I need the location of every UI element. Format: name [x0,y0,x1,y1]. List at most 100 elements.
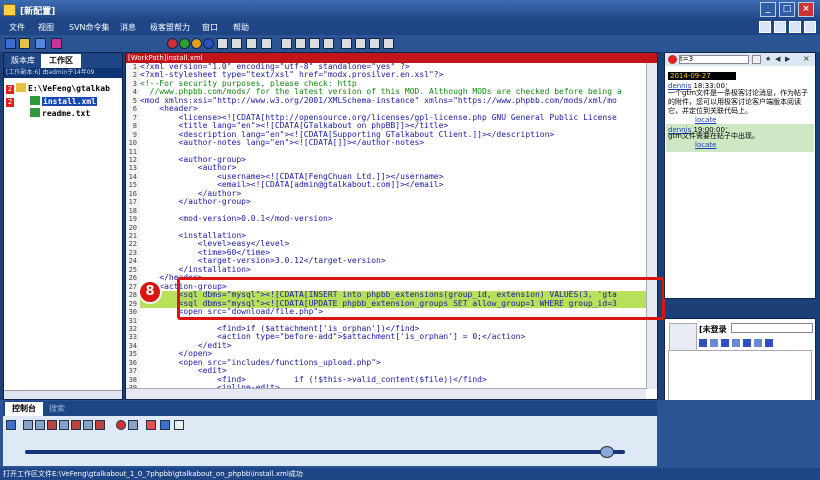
console-tool-2-icon[interactable] [35,420,45,430]
menu-file[interactable]: 文件 [9,22,25,33]
image-icon[interactable] [710,339,718,347]
folder-icon [16,83,26,92]
svn-commit-icon[interactable] [179,38,190,49]
emoji-icon[interactable] [743,339,751,347]
close-button[interactable]: × [798,2,814,17]
tab-search[interactable]: 搜索 [44,402,70,416]
prev-icon[interactable]: ◀ [775,55,780,63]
menu-help[interactable]: 帮助 [233,22,249,33]
line-number: 6 [132,105,137,114]
tab-console[interactable]: 控制台 [5,402,43,416]
print-icon[interactable] [261,38,272,49]
line-number: 7 [132,113,137,122]
vertical-scrollbar[interactable] [646,63,657,389]
layout-4-icon[interactable] [804,21,816,33]
line-number: 32 [128,324,137,333]
console-run-icon[interactable] [6,420,16,430]
menu-view[interactable]: 视图 [38,22,54,33]
svn-log-icon[interactable] [203,38,214,49]
layout-3-icon[interactable] [789,21,801,33]
line-number: 14 [128,172,137,181]
menu-geek[interactable]: 极客盟帮力 [150,22,190,33]
console-tool-5-icon[interactable] [71,420,81,430]
console-refresh-icon[interactable] [160,420,170,430]
tab-repository[interactable]: 版本库 [6,54,40,68]
chat-search-input[interactable]: t=3 [679,55,749,64]
horizontal-scrollbar[interactable] [126,388,646,399]
tree-label: readme.txt [42,109,91,118]
pen-icon[interactable] [765,339,773,347]
console-tool-6-icon[interactable] [83,420,93,430]
move-up-icon[interactable] [295,38,306,49]
move-top-icon[interactable] [281,38,292,49]
console-tool-3-icon[interactable] [47,420,57,430]
maximize-button[interactable]: □ [779,2,795,17]
locate-link[interactable]: locate [695,141,716,149]
line-number: 37 [128,367,137,376]
code-icon[interactable] [732,339,740,347]
layout-2-icon[interactable] [774,21,786,33]
close-icon[interactable]: × [803,54,810,63]
indent-icon[interactable] [341,38,352,49]
console-copy-icon[interactable] [174,420,184,430]
tab-workspace[interactable]: 工作区 [41,54,81,68]
svn-tool-icon[interactable] [217,38,228,49]
chat-date: 2014-09-27 [668,72,736,80]
tree-row-root[interactable]: 2 E:\VeFeng\gtalkab [6,83,110,94]
tree-row-install-xml[interactable]: 2 install.xml [6,96,97,107]
bookmark-icon[interactable] [231,38,242,49]
find-icon[interactable] [246,38,257,49]
workspace-status: [工作副本:6] 由admin于14年09 [4,68,122,78]
console-tool-1-icon[interactable] [23,420,33,430]
line-number: 36 [128,358,137,367]
console-flag-icon[interactable] [146,420,156,430]
progress-slider[interactable] [600,446,614,458]
line-number: 26 [128,274,137,283]
change-badge: 2 [6,98,14,107]
console-tool-8-icon[interactable] [116,420,126,430]
tool-icon[interactable] [754,339,762,347]
move-down-icon[interactable] [309,38,320,49]
console-tool-7-icon[interactable] [95,420,105,430]
line-number: 30 [128,308,137,317]
horizontal-scrollbar[interactable] [4,390,122,399]
chat-header: t=3 ★ ◀ ▶ × [665,53,815,66]
minimize-button[interactable]: _ [760,2,776,17]
line-number: 27 [128,282,137,291]
menu-window[interactable]: 窗口 [202,22,218,33]
move-bottom-icon[interactable] [323,38,334,49]
file-icon [30,108,40,117]
line-number: 16 [128,189,137,198]
font-icon[interactable] [699,339,707,347]
svn-diff-icon[interactable] [191,38,202,49]
open-folder-icon[interactable] [19,38,30,49]
next-icon[interactable]: ▶ [785,55,790,63]
app-icon [3,4,16,16]
workspace-icon[interactable] [5,38,16,49]
tree-row-readme[interactable]: readme.txt [6,108,90,119]
line-number: 23 [128,248,137,257]
line-number: 22 [128,240,137,249]
code-area[interactable]: 1 <?xml version="1.0" encoding="utf-8" st… [126,63,646,389]
tree-label: E:\VeFeng\gtalkab [28,84,110,93]
menu-svn[interactable]: SVN命令集 [69,22,110,33]
filter-icon[interactable] [51,38,62,49]
attach-icon[interactable] [721,339,729,347]
copy-icon[interactable] [369,38,380,49]
svn-update-icon[interactable] [167,38,178,49]
line-number: 19 [128,215,137,224]
login-input[interactable] [731,323,813,333]
outdent-icon[interactable] [355,38,366,49]
line-number: 15 [128,181,137,190]
refresh-icon[interactable] [383,38,394,49]
console-tool-4-icon[interactable] [59,420,69,430]
editor-title: [WorkPath]install.xml [126,53,657,63]
star-icon[interactable]: ★ [765,55,771,63]
checkbox[interactable] [752,55,761,64]
save-icon[interactable] [35,38,46,49]
locate-link[interactable]: locate [695,116,716,124]
line-number: 3 [132,79,137,88]
layout-1-icon[interactable] [759,21,771,33]
console-tool-9-icon[interactable] [128,420,138,430]
menu-messages[interactable]: 消息 [120,22,136,33]
